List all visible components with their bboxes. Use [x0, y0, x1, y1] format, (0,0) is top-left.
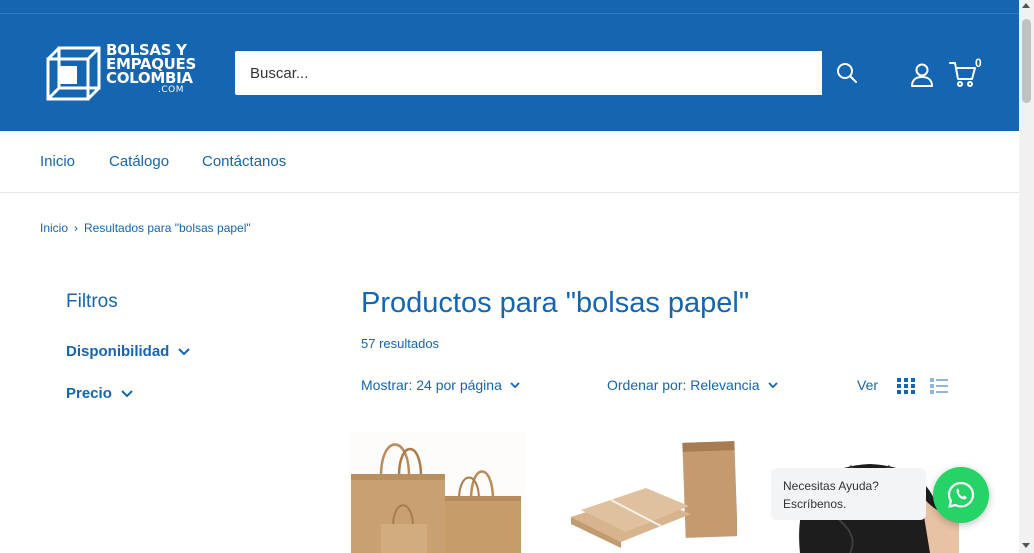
facet-availability-label: Disponibilidad: [66, 343, 170, 360]
scrollbar-thumb[interactable]: [1022, 19, 1031, 103]
whatsapp-icon: [947, 481, 975, 508]
logo-line-3: COLOMBIA: [106, 69, 193, 87]
results-count: 57 resultados: [361, 336, 440, 351]
per-page-label: Mostrar: 24 por página: [361, 377, 502, 393]
whatsapp-help-line-2: Escríbenos.: [783, 497, 847, 511]
account-button[interactable]: [908, 61, 936, 89]
facet-availability[interactable]: Disponibilidad: [66, 343, 191, 360]
chevron-down-icon: [767, 381, 778, 388]
logo-cube-icon: [46, 46, 101, 101]
page-title: Productos para "bolsas papel": [361, 287, 750, 319]
site-header: BOLSAS Y EMPAQUES COLOMBIA .COM Buscar..…: [0, 14, 1019, 131]
search-icon: [836, 63, 857, 83]
scroll-up-arrow-icon[interactable]: [1022, 3, 1030, 8]
logo-text: BOLSAS Y EMPAQUES COLOMBIA .COM: [106, 43, 196, 96]
cart-count-badge: 0: [975, 56, 982, 70]
search-bar: [235, 51, 871, 95]
nav-item-contactanos[interactable]: Contáctanos: [202, 153, 286, 170]
product-image-kraft-bags: [351, 432, 527, 553]
cart-button[interactable]: 0: [948, 56, 984, 91]
chevron-down-icon: [178, 347, 191, 355]
per-page-select[interactable]: Mostrar: 24 por página: [361, 377, 520, 393]
search-input[interactable]: [235, 51, 823, 95]
cart-icon: [949, 62, 976, 87]
logo[interactable]: BOLSAS Y EMPAQUES COLOMBIA .COM: [46, 43, 206, 104]
sort-select[interactable]: Ordenar por: Relevancia: [607, 377, 778, 393]
nav-item-inicio[interactable]: Inicio: [40, 153, 75, 170]
main-nav: Inicio Catálogo Contáctanos: [0, 131, 1019, 193]
breadcrumb: Inicio › Resultados para "bolsas papel": [40, 221, 251, 235]
nav-item-catalogo[interactable]: Catálogo: [109, 153, 169, 170]
user-icon: [911, 63, 933, 87]
product-image-kraft-sachets: [571, 432, 737, 553]
grid-icon: [897, 378, 915, 394]
whatsapp-help-line-1: Necesitas Ayuda?: [783, 479, 879, 493]
breadcrumb-separator: ›: [74, 221, 79, 235]
top-bar: [0, 0, 1019, 14]
chevron-down-icon: [510, 381, 520, 388]
whatsapp-button[interactable]: [933, 467, 989, 523]
product-card[interactable]: [351, 432, 527, 553]
grid-view-button[interactable]: [896, 377, 916, 395]
page-scrollbar[interactable]: [1019, 0, 1034, 553]
filters-title: Filtros: [66, 291, 118, 312]
list-icon: [930, 378, 948, 394]
page: BOLSAS Y EMPAQUES COLOMBIA .COM Buscar..…: [0, 0, 1019, 553]
search-button[interactable]: [822, 51, 871, 95]
chevron-down-icon: [121, 389, 133, 397]
sort-label: Ordenar por: Relevancia: [607, 377, 760, 393]
facet-price[interactable]: Precio: [66, 385, 133, 402]
breadcrumb-home-link[interactable]: Inicio: [40, 221, 68, 235]
scroll-down-arrow-icon[interactable]: [1022, 543, 1030, 548]
list-view-button[interactable]: [929, 377, 949, 395]
facet-price-label: Precio: [66, 385, 112, 402]
view-label: Ver: [857, 377, 879, 393]
breadcrumb-current: Resultados para "bolsas papel": [84, 221, 251, 235]
whatsapp-help-bubble[interactable]: Necesitas Ayuda? Escríbenos.: [771, 468, 926, 520]
product-card[interactable]: [571, 432, 737, 553]
